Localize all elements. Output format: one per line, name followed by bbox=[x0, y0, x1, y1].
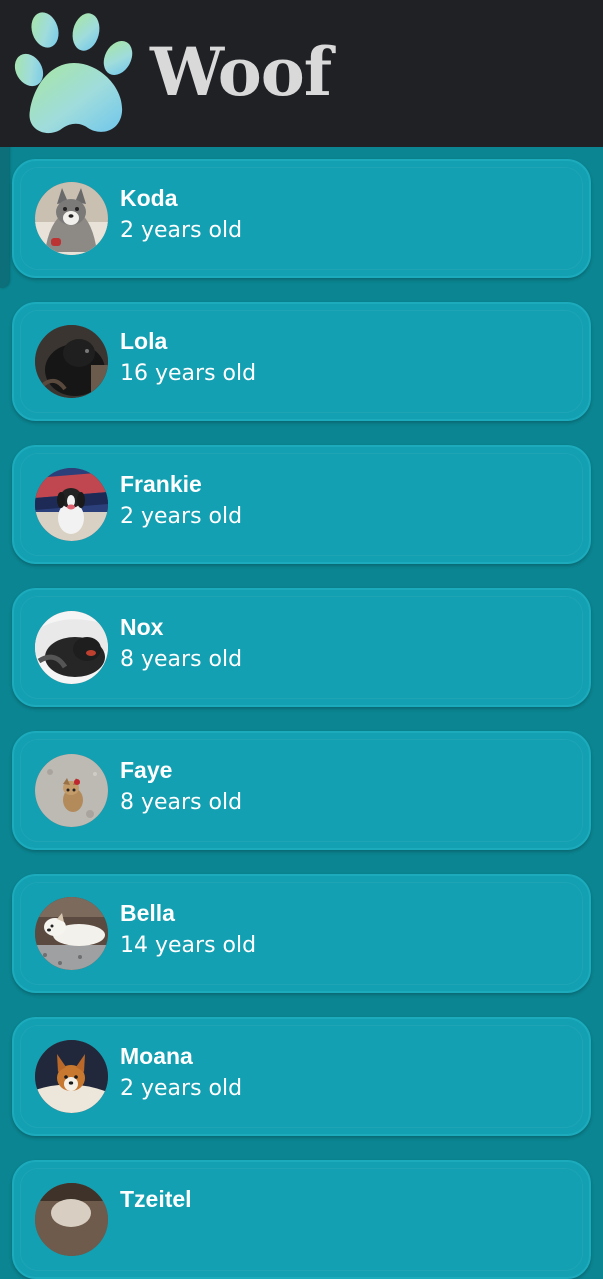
dog-name: Moana bbox=[120, 1043, 193, 1069]
dog-name: Lola bbox=[120, 328, 168, 354]
app-bar: Woof bbox=[0, 0, 603, 147]
dog-card-nox[interactable]: Nox 8 years old bbox=[12, 588, 591, 707]
dog-age: 2 years old bbox=[120, 1076, 243, 1101]
dog-age: 14 years old bbox=[120, 933, 257, 958]
bella-photo bbox=[35, 897, 108, 970]
lola-photo bbox=[35, 325, 108, 398]
dog-age: 16 years old bbox=[120, 361, 257, 386]
dog-card-faye[interactable]: Faye 8 years old bbox=[12, 731, 591, 850]
dog-card-lola[interactable]: Lola 16 years old bbox=[12, 302, 591, 421]
tzeitel-photo bbox=[35, 1183, 108, 1256]
dog-age: 2 years old bbox=[120, 504, 243, 529]
dog-card-koda[interactable]: Koda 2 years old bbox=[12, 159, 591, 278]
dog-list: Koda 2 years old Lola 16 years old Frank… bbox=[0, 0, 603, 1279]
dog-name: Koda bbox=[120, 185, 178, 211]
dog-name: Nox bbox=[120, 614, 164, 640]
dog-card-frankie[interactable]: Frankie 2 years old bbox=[12, 445, 591, 564]
dog-age: 8 years old bbox=[120, 790, 243, 815]
dog-card-moana[interactable]: Moana 2 years old bbox=[12, 1017, 591, 1136]
dog-age: 8 years old bbox=[120, 647, 243, 672]
dog-card-tzeitel[interactable]: Tzeitel bbox=[12, 1160, 591, 1279]
dog-age: 2 years old bbox=[120, 218, 243, 243]
faye-photo bbox=[35, 754, 108, 827]
scrollbar-handle[interactable] bbox=[0, 134, 9, 288]
app-title: Woof bbox=[150, 33, 332, 111]
dog-card-bella[interactable]: Bella 14 years old bbox=[12, 874, 591, 993]
frankie-photo bbox=[35, 468, 108, 541]
koda-photo bbox=[35, 182, 108, 255]
dog-name: Faye bbox=[120, 757, 173, 783]
dog-name: Frankie bbox=[120, 471, 202, 497]
dog-name: Bella bbox=[120, 900, 175, 926]
nox-photo bbox=[35, 611, 108, 684]
moana-photo bbox=[35, 1040, 108, 1113]
paw-icon bbox=[14, 8, 138, 138]
